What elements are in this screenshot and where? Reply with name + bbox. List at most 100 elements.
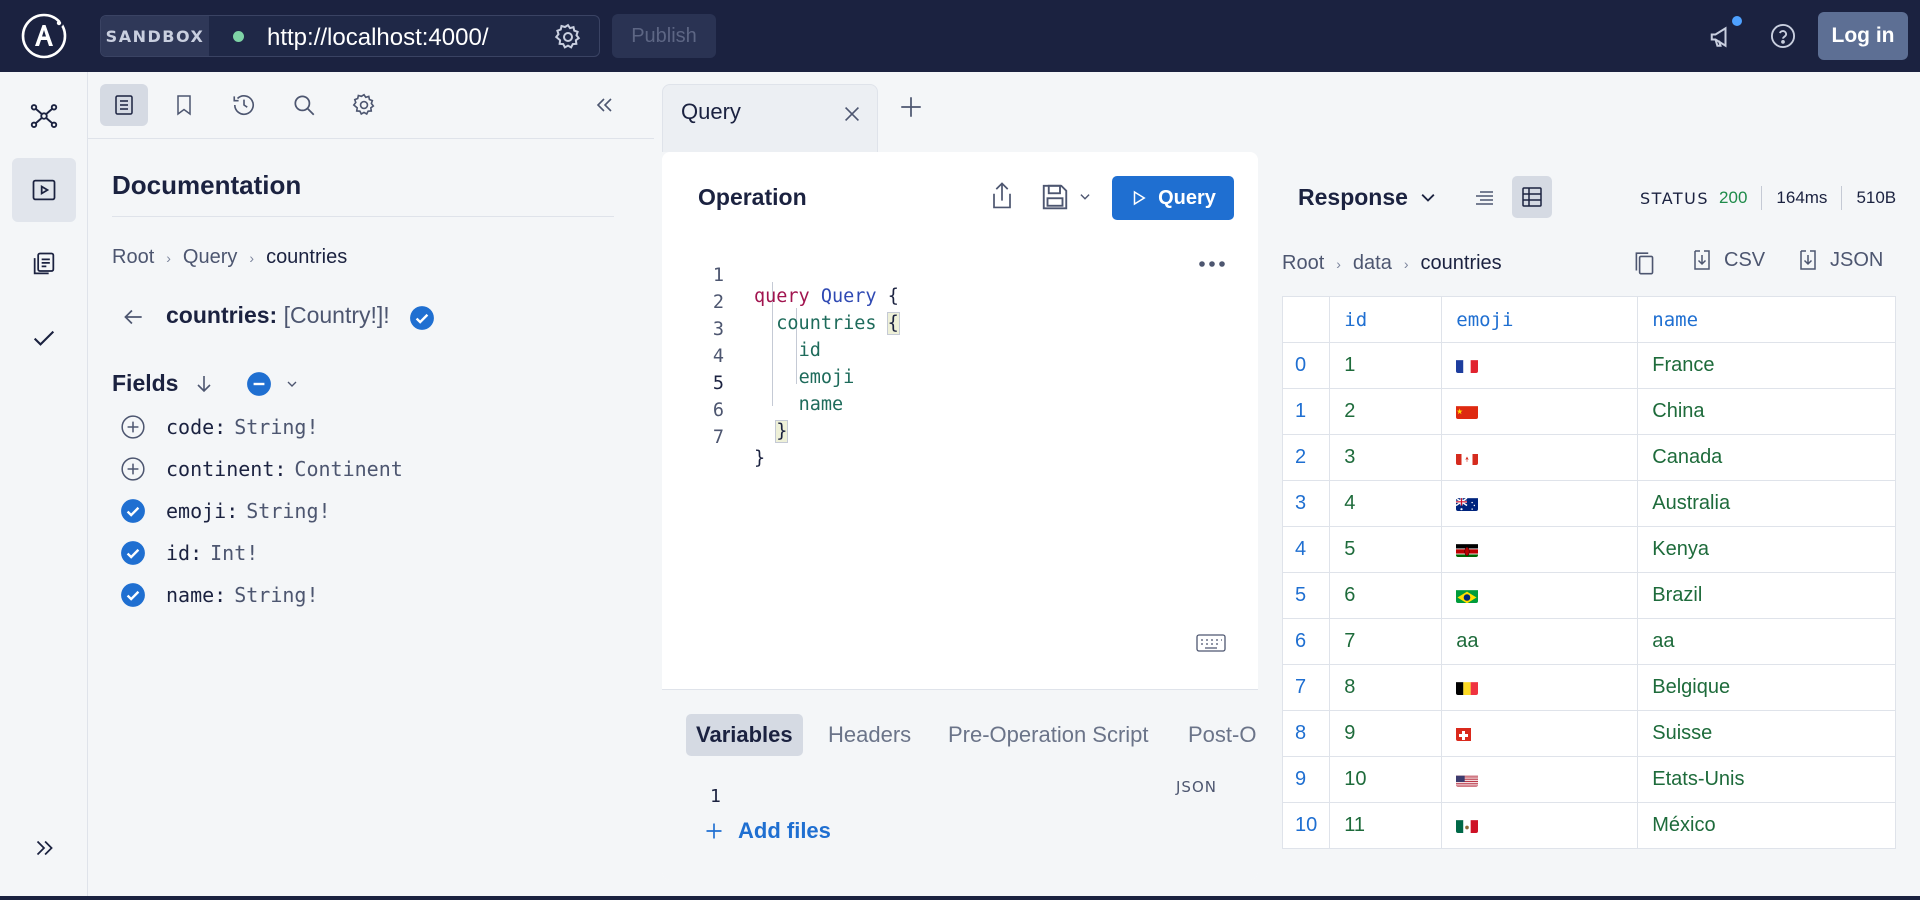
tab-headers[interactable]: Headers [818, 714, 921, 756]
cell-id[interactable]: 11 [1329, 802, 1443, 849]
cell-name[interactable]: Kenya [1637, 526, 1896, 573]
field-type[interactable]: Int! [210, 541, 258, 565]
rail-item-explorer[interactable] [12, 158, 76, 222]
cell-emoji[interactable] [1441, 388, 1639, 435]
cell-emoji[interactable] [1441, 480, 1639, 527]
field-row-continent[interactable]: continent: Continent [120, 454, 403, 484]
cell-id[interactable]: 5 [1329, 526, 1443, 573]
download-json-button[interactable]: JSON [1796, 248, 1883, 272]
cell-name[interactable]: China [1637, 388, 1896, 435]
checked-circle-icon[interactable] [409, 305, 435, 331]
add-circle-icon[interactable] [120, 456, 146, 482]
publish-button[interactable]: Publish [612, 14, 716, 58]
cell-emoji[interactable] [1441, 572, 1639, 619]
apollo-logo-icon[interactable] [20, 12, 68, 60]
cell-emoji[interactable] [1441, 710, 1639, 757]
table-row[interactable]: 10 11 México [1281, 802, 1896, 849]
field-type[interactable]: Continent [294, 457, 402, 481]
bookmark-tab-button[interactable] [160, 84, 208, 126]
field-row-code[interactable]: code: String! [120, 412, 319, 442]
cell-name[interactable]: aa [1637, 618, 1896, 665]
cell-name[interactable]: Canada [1637, 434, 1896, 481]
field-type[interactable]: String! [234, 415, 318, 439]
table-row[interactable]: 0 1 France [1281, 342, 1896, 389]
cell-name[interactable]: Belgique [1637, 664, 1896, 711]
column-header-id[interactable]: id [1329, 296, 1443, 343]
collapse-docs-button[interactable] [580, 84, 628, 126]
docs-tab-button[interactable] [100, 84, 148, 126]
cell-name[interactable]: France [1637, 342, 1896, 389]
cell-id[interactable]: 1 [1329, 342, 1443, 389]
add-files-button[interactable]: Add files [704, 818, 831, 844]
table-row[interactable]: 8 9 Suisse [1281, 710, 1896, 757]
table-row[interactable]: 9 10 Etats-Unis [1281, 756, 1896, 803]
cell-id[interactable]: 7 [1329, 618, 1443, 665]
sort-arrow-icon[interactable] [192, 372, 216, 396]
checked-circle-icon[interactable] [120, 498, 146, 524]
field-type[interactable]: String! [234, 583, 318, 607]
cell-id[interactable]: 4 [1329, 480, 1443, 527]
save-icon[interactable] [1040, 182, 1070, 212]
cell-name[interactable]: Australia [1637, 480, 1896, 527]
table-row[interactable]: 1 2 China [1281, 388, 1896, 435]
breadcrumb-query[interactable]: Query [183, 246, 237, 269]
close-icon[interactable] [841, 103, 863, 125]
add-circle-icon[interactable] [120, 414, 146, 440]
endpoint-url-input[interactable]: http://localhost:4000/ [267, 24, 488, 52]
field-type[interactable]: String! [246, 499, 330, 523]
cell-id[interactable]: 3 [1329, 434, 1443, 481]
back-arrow-icon[interactable] [120, 304, 146, 330]
cell-id[interactable]: 8 [1329, 664, 1443, 711]
run-query-button[interactable]: Query [1112, 176, 1234, 220]
list-view-button[interactable] [1464, 178, 1504, 218]
cell-emoji[interactable]: aa [1441, 618, 1639, 665]
cell-emoji[interactable] [1441, 526, 1639, 573]
cell-id[interactable]: 9 [1329, 710, 1443, 757]
cell-emoji[interactable] [1441, 664, 1639, 711]
cell-emoji[interactable] [1441, 342, 1639, 389]
chevron-down-icon[interactable] [1078, 190, 1092, 204]
table-row[interactable]: 6 7 aa aa [1281, 618, 1896, 665]
cell-emoji[interactable] [1441, 802, 1639, 849]
tab-post-operation-script[interactable]: Post-O [1178, 714, 1258, 756]
breadcrumb-data[interactable]: data [1353, 252, 1392, 275]
table-row[interactable]: 2 3 Canada [1281, 434, 1896, 481]
cell-name[interactable]: Brazil [1637, 572, 1896, 619]
column-header-emoji[interactable]: emoji [1441, 296, 1639, 343]
tab-variables[interactable]: Variables [686, 714, 803, 756]
rail-item-operations[interactable] [12, 232, 76, 296]
cell-id[interactable]: 10 [1329, 756, 1443, 803]
cell-name[interactable]: México [1637, 802, 1896, 849]
breadcrumb-root[interactable]: Root [1282, 252, 1324, 275]
share-icon[interactable] [988, 180, 1016, 212]
search-tab-button[interactable] [280, 84, 328, 126]
field-signature-type[interactable]: [Country!]! [284, 302, 390, 328]
response-view-selector[interactable]: Response [1298, 184, 1438, 211]
rail-item-schema[interactable] [12, 84, 76, 148]
checked-circle-icon[interactable] [120, 540, 146, 566]
add-tab-icon[interactable] [898, 94, 924, 120]
deselect-all-icon[interactable] [246, 371, 272, 397]
table-row[interactable]: 4 5 Kenya [1281, 526, 1896, 573]
cell-id[interactable]: 2 [1329, 388, 1443, 435]
cell-name[interactable]: Suisse [1637, 710, 1896, 757]
table-row[interactable]: 5 6 Brazil [1281, 572, 1896, 619]
column-header-name[interactable]: name [1637, 296, 1896, 343]
megaphone-icon[interactable] [1708, 22, 1738, 52]
cell-emoji[interactable] [1441, 756, 1639, 803]
keyboard-icon[interactable] [1196, 632, 1226, 654]
gear-icon[interactable] [553, 22, 583, 52]
table-row[interactable]: 3 4 Australia [1281, 480, 1896, 527]
table-view-button[interactable] [1512, 176, 1552, 218]
table-row[interactable]: 7 8 Belgique [1281, 664, 1896, 711]
breadcrumb-root[interactable]: Root [112, 246, 154, 269]
cell-id[interactable]: 6 [1329, 572, 1443, 619]
help-icon[interactable] [1769, 22, 1797, 50]
tab-query[interactable]: Query [662, 84, 878, 152]
download-csv-button[interactable]: CSV [1690, 248, 1765, 272]
field-row-emoji[interactable]: emoji: String! [120, 496, 331, 526]
history-tab-button[interactable] [220, 84, 268, 126]
more-options-icon[interactable] [1196, 252, 1228, 276]
cell-emoji[interactable] [1441, 434, 1639, 481]
field-row-id[interactable]: id: Int! [120, 538, 258, 568]
